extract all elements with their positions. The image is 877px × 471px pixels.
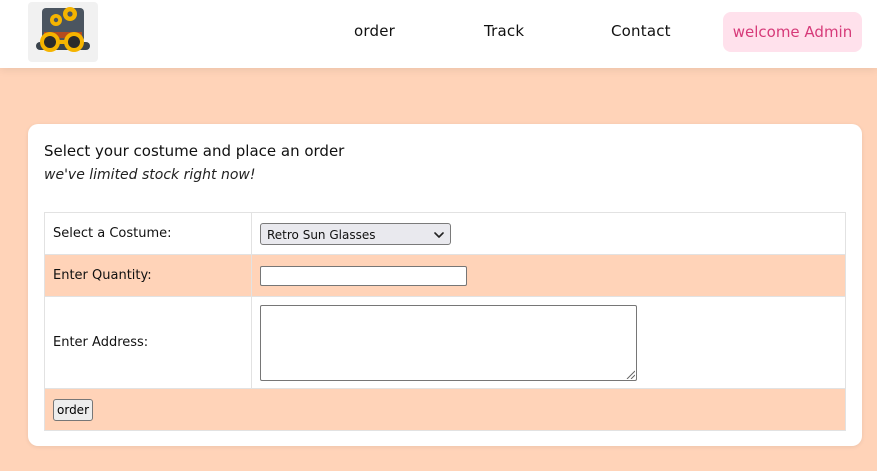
steampunk-top-hat-goggles-icon[interactable] bbox=[28, 2, 98, 62]
address-row: Enter Address: bbox=[44, 296, 846, 389]
form-title: Select your costume and place an order bbox=[44, 142, 345, 160]
top-header: order Track Contact welcome Admin bbox=[0, 0, 877, 68]
costume-label: Select a Costume: bbox=[44, 212, 252, 255]
nav-order-link[interactable]: order bbox=[354, 0, 395, 62]
logo-graphic bbox=[36, 7, 90, 52]
quantity-cell bbox=[251, 254, 846, 297]
costume-select[interactable]: Retro Sun Glasses bbox=[260, 222, 451, 245]
costume-cell: Retro Sun Glasses bbox=[251, 212, 846, 255]
address-label: Enter Address: bbox=[44, 296, 252, 389]
address-field-wrapper bbox=[260, 304, 637, 381]
form-subtitle: we've limited stock right now! bbox=[44, 167, 256, 183]
welcome-admin-button[interactable]: welcome Admin bbox=[723, 12, 862, 52]
quantity-label: Enter Quantity: bbox=[44, 254, 252, 297]
costume-row: Select a Costume: Retro Sun Glasses bbox=[44, 212, 846, 255]
submit-row: order bbox=[44, 388, 846, 431]
submit-cell: order bbox=[44, 388, 846, 431]
order-submit-button[interactable]: order bbox=[53, 398, 93, 421]
address-textarea[interactable] bbox=[260, 304, 637, 381]
order-form-table: Select a Costume: Retro Sun Glasses Ente… bbox=[44, 212, 846, 431]
resize-handle-icon[interactable] bbox=[625, 369, 635, 379]
costume-select-value: Retro Sun Glasses bbox=[267, 227, 376, 242]
chevron-down-icon bbox=[434, 231, 444, 238]
order-form-card: Select your costume and place an order w… bbox=[28, 124, 862, 446]
nav-contact-link[interactable]: Contact bbox=[611, 0, 671, 62]
quantity-row: Enter Quantity: bbox=[44, 254, 846, 297]
quantity-input[interactable] bbox=[260, 265, 467, 286]
address-cell bbox=[251, 296, 846, 389]
nav-track-link[interactable]: Track bbox=[484, 0, 524, 62]
